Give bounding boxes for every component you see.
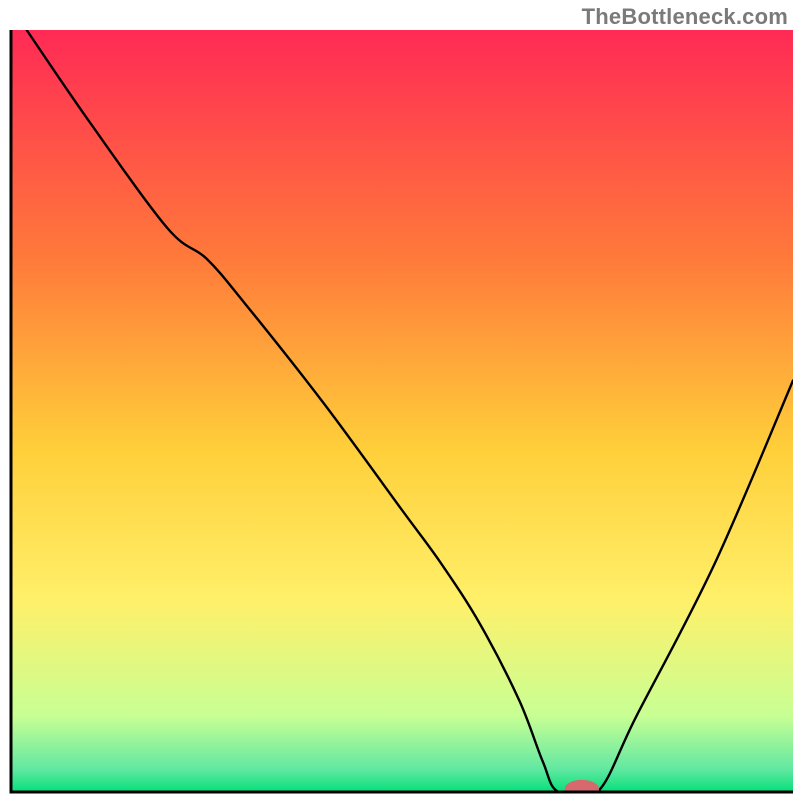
optimal-marker — [565, 780, 599, 798]
bottleneck-chart — [0, 0, 800, 800]
gradient-background — [11, 30, 793, 792]
watermark-text: TheBottleneck.com — [582, 4, 788, 30]
chart-container: TheBottleneck.com — [0, 0, 800, 800]
